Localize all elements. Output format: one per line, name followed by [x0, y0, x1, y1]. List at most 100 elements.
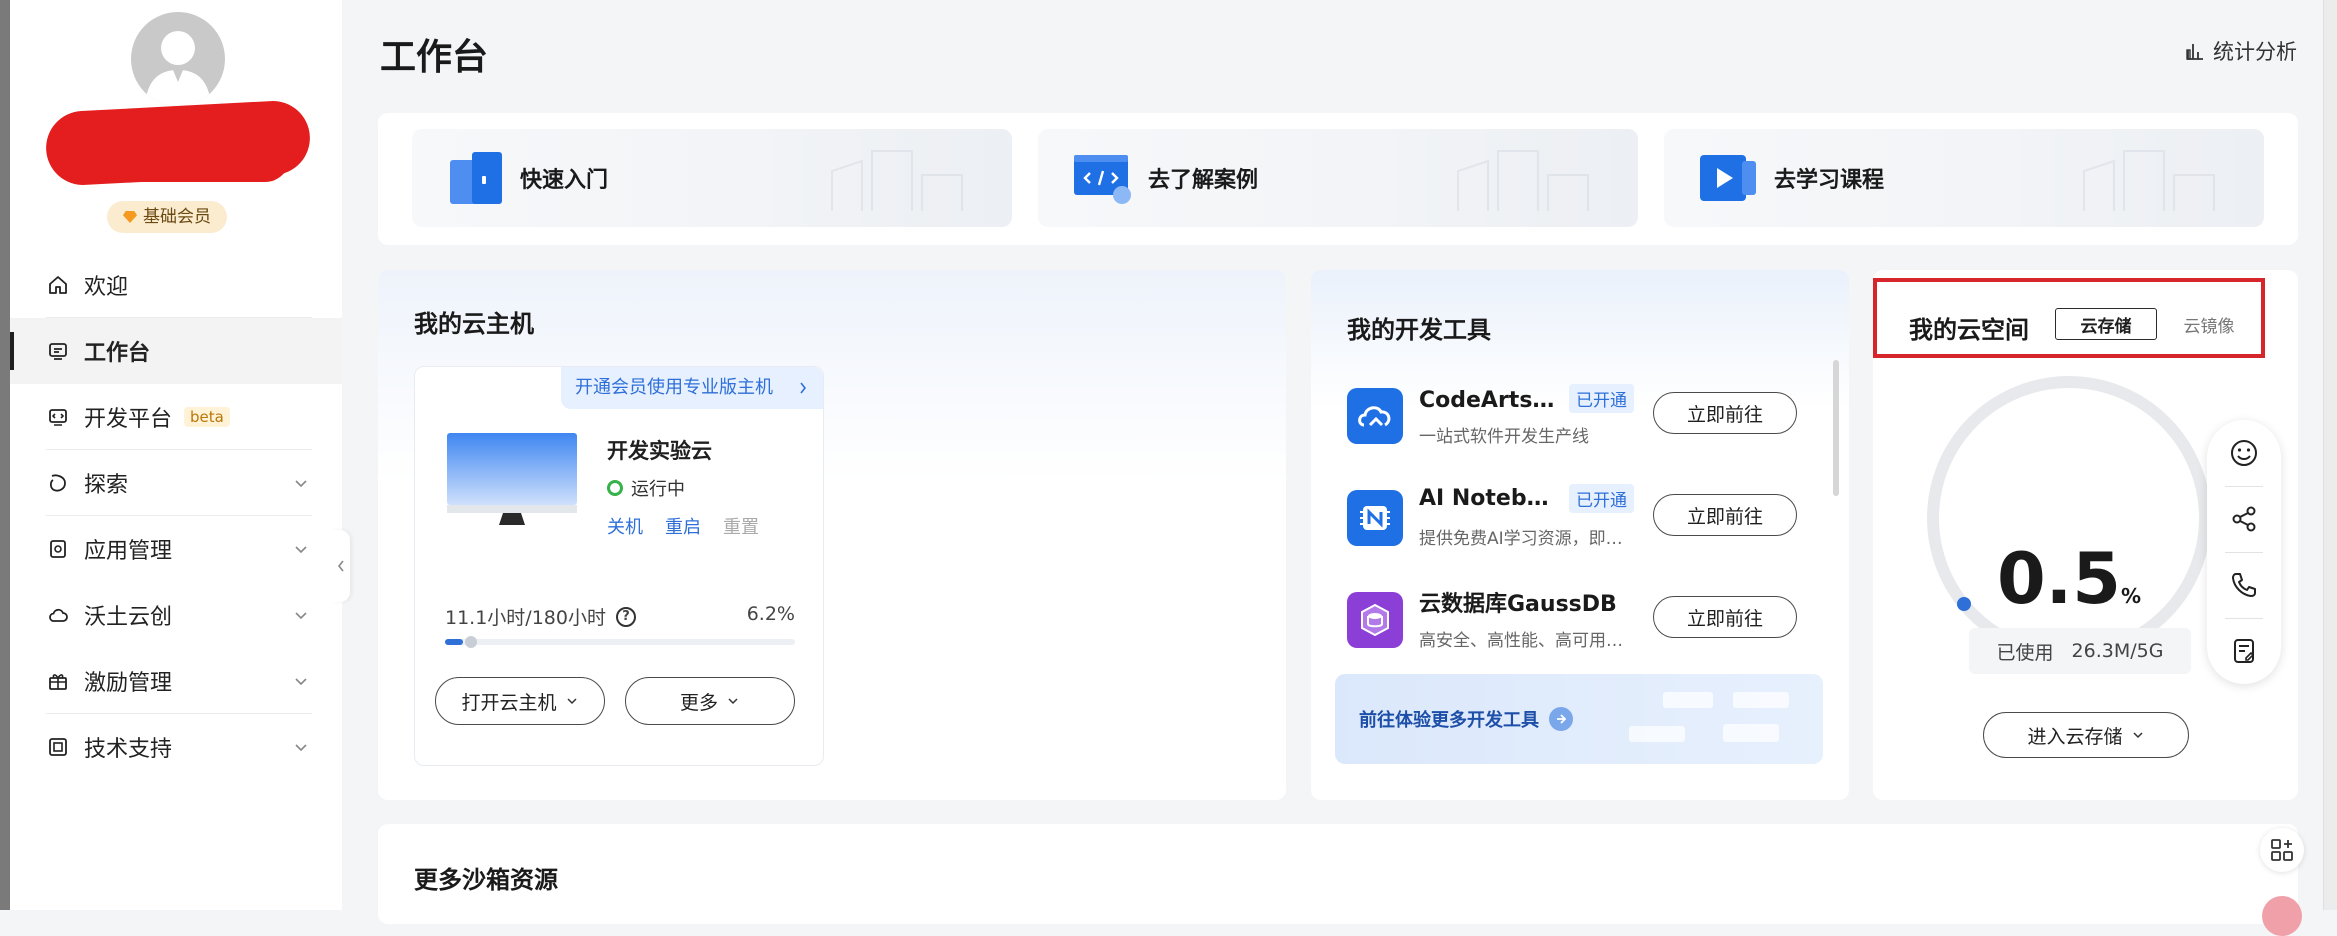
vm-status-label: 运行中 [631, 479, 685, 500]
building-deco-icon [831, 150, 963, 211]
more-tools-label: 前往体验更多开发工具 [1359, 710, 1539, 731]
notes-button[interactable] [2207, 618, 2281, 684]
gift-icon [46, 669, 70, 693]
help-icon[interactable]: ? [615, 606, 636, 627]
tool-go-button-ai-notebook[interactable]: 立即前往 [1653, 494, 1797, 536]
stats-analysis-link[interactable]: 统计分析 [2185, 36, 2297, 66]
vm-usage-text: 11.1小时/180小时 [445, 607, 606, 629]
dev-tools-title: 我的开发工具 [1347, 316, 1491, 344]
cloud-vm-title: 我的云主机 [414, 310, 534, 338]
contact-button[interactable] [2207, 552, 2281, 618]
document-edit-icon [2234, 639, 2255, 663]
cloud-icon [46, 603, 70, 627]
arrow-right-icon [1549, 707, 1573, 731]
book-icon [450, 152, 502, 204]
tool-go-button-codearts[interactable]: 立即前往 [1653, 392, 1797, 434]
quick-link-label: 快速入门 [520, 168, 609, 193]
user-silhouette-icon [145, 31, 211, 106]
vm-usage: 11.1小时/180小时 ? [445, 603, 636, 630]
tool-name-label: CodeArts生… [1419, 388, 1559, 413]
storage-used-value: 26.3M/5G [2071, 640, 2164, 662]
vm-usage-percent: 6.2% [746, 603, 795, 625]
opened-badge: 已开通 [1569, 484, 1634, 513]
tool-name: CodeArts生… 已开通 [1419, 382, 1634, 414]
storage-used-label: 已使用 [1996, 641, 2054, 664]
sidebar-item-app-manage[interactable]: 应用管理 [10, 516, 342, 582]
app-manage-icon [46, 537, 70, 561]
assistant-avatar[interactable] [2262, 896, 2302, 936]
sidebar-item-incentive[interactable]: 激励管理 [10, 648, 342, 714]
open-vm-button[interactable]: 打开云主机 [435, 677, 605, 725]
sidebar-item-workbench[interactable]: 工作台 [10, 318, 342, 384]
vm-restart-link[interactable]: 重启 [665, 513, 701, 539]
sidebar-item-dev-platform[interactable]: 开发平台 beta [10, 384, 342, 450]
tool-name: AI Notebook 已开通 [1419, 484, 1634, 513]
tool-name-label: AI Notebook [1419, 486, 1559, 511]
dev-tools-card: 我的开发工具 CodeArts生… 已开通 一站式软件开发生产线 立即前往 AI… [1311, 270, 1849, 800]
chevron-down-icon [295, 744, 307, 752]
member-badge[interactable]: 基础会员 [107, 201, 227, 233]
tool-go-button-gaussdb[interactable]: 立即前往 [1653, 596, 1797, 638]
quick-link-courses[interactable]: 去学习课程 [1664, 129, 2264, 227]
quick-link-cases[interactable]: 去了解案例 [1038, 129, 1638, 227]
code-window-icon [1074, 155, 1131, 204]
avatar[interactable] [131, 12, 225, 106]
share-button[interactable] [2207, 486, 2281, 552]
explore-icon [46, 471, 70, 495]
building-deco-icon [2083, 150, 2215, 211]
running-status-icon [607, 480, 623, 496]
sidebar-item-explore[interactable]: 探索 [10, 450, 342, 516]
chevron-down-icon [566, 698, 577, 705]
tool-name: 云数据库GaussDB [1419, 586, 1617, 618]
vm-shutdown-link[interactable]: 关机 [607, 513, 643, 539]
storage-gauge: 0.5% 云存储空间 [1919, 368, 2219, 676]
vm-instance-card: 开通会员使用专业版主机 开发实验云 运行中 关机 重启 重置 11.1小时/18… [414, 366, 824, 766]
page-scrollbar[interactable] [2323, 0, 2337, 910]
chevron-down-icon [295, 612, 307, 620]
chevron-down-icon [295, 678, 307, 686]
sidebar-item-label: 激励管理 [84, 671, 173, 696]
sidebar-nav: 欢迎 工作台 开发平台 beta 探索 应用管理 沃土云创 激励管理 技术支持 [10, 252, 342, 780]
tool-row-ai-notebook: AI Notebook 已开通 提供免费AI学习资源，即… 立即前往 [1347, 484, 1797, 564]
sidebar: 基础会员 欢迎 工作台 开发平台 beta 探索 应用管理 沃土云创 激励管理 … [10, 0, 342, 910]
tools-scrollbar[interactable] [1833, 360, 1839, 496]
vm-reset-link: 重置 [723, 517, 759, 538]
opened-badge: 已开通 [1569, 383, 1634, 413]
vm-more-button[interactable]: 更多 [625, 677, 795, 725]
sidebar-item-label: 应用管理 [84, 539, 173, 564]
quick-link-getting-started[interactable]: 快速入门 [412, 129, 1012, 227]
chevron-left-icon [337, 560, 344, 572]
sidebar-collapse-toggle[interactable] [332, 530, 350, 602]
tool-desc: 一站式软件开发生产线 [1419, 427, 1589, 447]
home-icon [46, 273, 70, 297]
more-tools-banner[interactable]: 前往体验更多开发工具 [1335, 674, 1823, 764]
quick-link-label: 去学习课程 [1774, 168, 1885, 193]
chevron-right-icon [800, 382, 807, 394]
vm-usage-bar-knob [465, 636, 477, 648]
feedback-button[interactable] [2207, 420, 2281, 486]
phone-icon [2232, 573, 2256, 597]
app-grid-button[interactable] [2260, 828, 2304, 872]
member-badge-label: 基础会员 [143, 207, 211, 227]
tool-row-gaussdb: 云数据库GaussDB 高安全、高性能、高可用… 立即前往 [1347, 586, 1797, 666]
quick-link-label: 去了解案例 [1148, 168, 1259, 193]
vm-actions: 关机 重启 重置 [607, 513, 759, 539]
app-window: 基础会员 欢迎 工作台 开发平台 beta 探索 应用管理 沃土云创 激励管理 … [0, 0, 2337, 936]
sidebar-item-welcome[interactable]: 欢迎 [10, 252, 342, 318]
redacted-username-extra [90, 132, 290, 182]
sidebar-item-cloud[interactable]: 沃土云创 [10, 582, 342, 648]
chevron-down-icon [2132, 732, 2143, 739]
support-icon [46, 735, 70, 759]
share-icon [2232, 506, 2256, 532]
storage-percent-value: 0.5 [1996, 538, 2121, 620]
vm-upgrade-promo[interactable]: 开通会员使用专业版主机 [561, 367, 823, 409]
stats-analysis-label: 统计分析 [2213, 40, 2297, 64]
sidebar-item-label: 沃土云创 [84, 605, 173, 630]
sidebar-item-support[interactable]: 技术支持 [10, 714, 342, 780]
enter-storage-button[interactable]: 进入云存储 [1983, 712, 2189, 758]
building-deco-icon [1457, 150, 1589, 211]
chevron-down-icon [728, 698, 738, 705]
tool-name-label: 云数据库GaussDB [1419, 592, 1617, 617]
enter-storage-label: 进入云存储 [2027, 725, 2123, 748]
more-tools-banner-text: 前往体验更多开发工具 [1359, 706, 1573, 732]
